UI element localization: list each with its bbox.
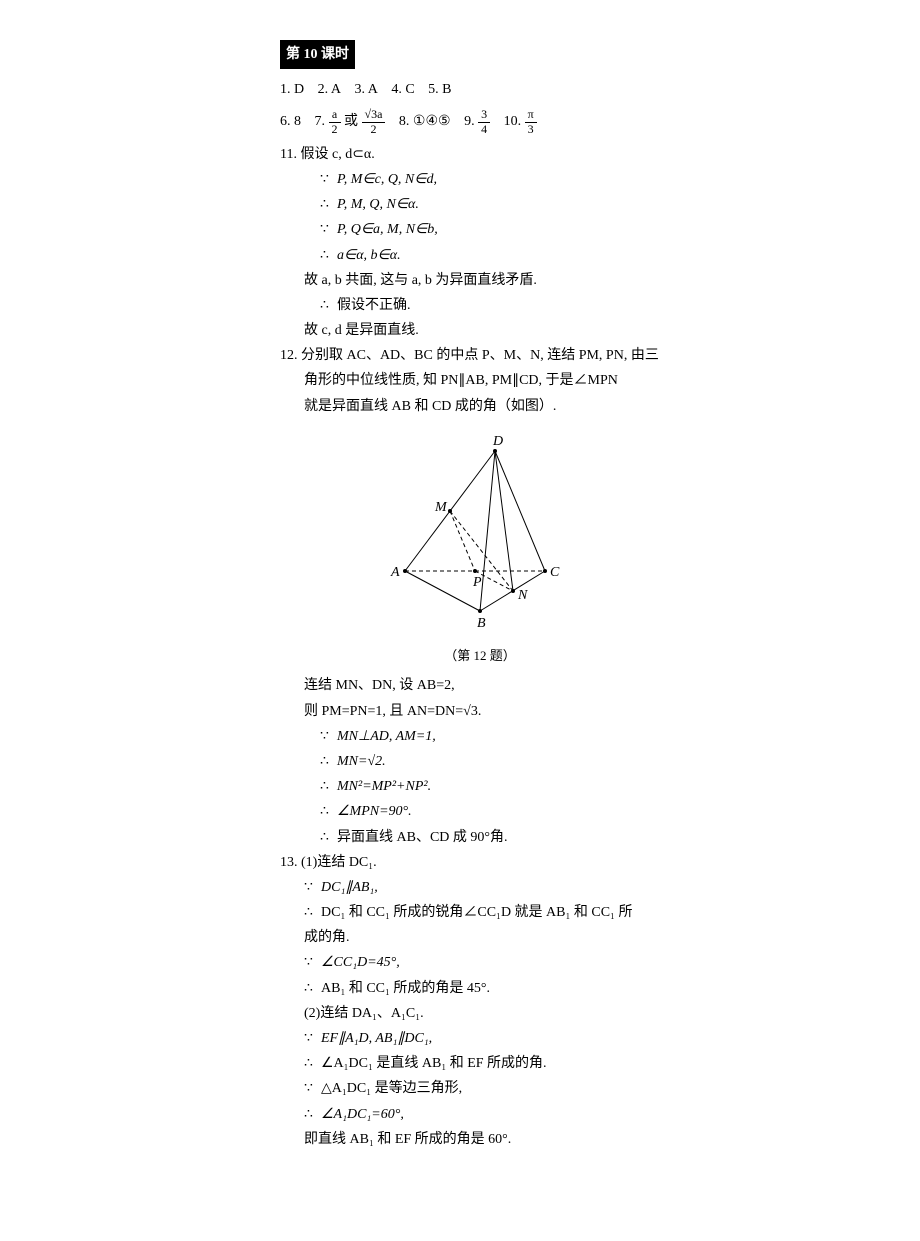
- ans-5: 5. B: [428, 77, 451, 102]
- q12-l3: 就是异面直线 AB 和 CD 成的角（如图）.: [280, 394, 680, 419]
- ans-10: 10. π3: [504, 108, 537, 135]
- q12-l2: 角形的中位线性质, 知 PN∥AB, PM∥CD, 于是∠MPN: [280, 368, 680, 393]
- ans-4: 4. C: [391, 77, 414, 102]
- content-block: 第 10 课时 1. D 2. A 3. A 4. C 5. B 6. 8 7.…: [280, 40, 680, 1152]
- q12-l4: 连结 MN、DN, 设 AB=2,: [280, 673, 680, 698]
- q13-l6: (2)连结 DA₁、A₁C₁.: [280, 1001, 680, 1026]
- tetrahedron-diagram: D M A P N B C: [280, 431, 680, 640]
- q11-l7: 故 c, d 是异面直线.: [280, 318, 680, 343]
- q11-l6: ∴ 假设不正确.: [280, 293, 680, 318]
- q12-l6: ∵ MN⊥AD, AM=1,: [280, 724, 680, 749]
- q11-block: 11. 假设 c, d⊂α. ∵ P, M∈c, Q, N∈d, ∴ P, M,…: [280, 142, 680, 344]
- lesson-header: 第 10 课时: [280, 40, 355, 69]
- q11-l4: ∴ a∈α, b∈α.: [280, 243, 680, 268]
- q12-l7: ∴ MN=√2.: [280, 749, 680, 774]
- frac-9: 34: [478, 108, 490, 135]
- q13-block: 13. (1)连结 DC₁. ∵ DC₁∥AB₁, ∴ DC₁ 和 CC₁ 所成…: [280, 850, 680, 1152]
- frac-7b: √3a2: [362, 108, 386, 135]
- ans-7-or: 或: [344, 114, 358, 129]
- ans-10-pre: 10.: [504, 114, 525, 129]
- ans-7-pre: 7.: [315, 114, 329, 129]
- q13-l2: ∵ DC₁∥AB₁,: [280, 875, 680, 900]
- frac-7a: a2: [329, 108, 341, 135]
- q11-l5: 故 a, b 共面, 这与 a, b 为异面直线矛盾.: [280, 268, 680, 293]
- q13-l10: ∴ ∠A₁DC₁=60°,: [280, 1102, 680, 1127]
- q11-head: 11. 假设 c, d⊂α.: [280, 142, 680, 167]
- q12-l8: ∴ MN²=MP²+NP².: [280, 774, 680, 799]
- ans-7: 7. a2 或 √3a2: [315, 108, 386, 135]
- ans-1: 1. D: [280, 77, 304, 102]
- diagram-caption: （第 12 题）: [280, 644, 680, 667]
- ans-9: 9. 34: [464, 108, 490, 135]
- q12-l1: 12. 分别取 AC、AD、BC 的中点 P、M、N, 连结 PM, PN, 由…: [280, 343, 680, 368]
- q13-l3c: 成的角.: [280, 925, 680, 950]
- label-N: N: [517, 588, 528, 603]
- q13-l1: 13. (1)连结 DC₁.: [280, 850, 680, 875]
- ans-2: 2. A: [318, 77, 341, 102]
- q11-l2: ∴ P, M, Q, N∈α.: [280, 192, 680, 217]
- ans-3: 3. A: [354, 77, 377, 102]
- ans-6: 6. 8: [280, 109, 301, 134]
- q13-l11: 即直线 AB₁ 和 EF 所成的角是 60°.: [280, 1127, 680, 1152]
- label-C: C: [550, 565, 560, 580]
- q13-l8: ∴ ∠A₁DC₁ 是直线 AB₁ 和 EF 所成的角.: [280, 1051, 680, 1076]
- label-A: A: [390, 565, 400, 580]
- q13-l5: ∴ AB₁ 和 CC₁ 所成的角是 45°.: [280, 976, 680, 1001]
- q11-l1: ∵ P, M∈c, Q, N∈d,: [280, 167, 680, 192]
- ans-9-pre: 9.: [464, 114, 478, 129]
- q12-l9: ∴ ∠MPN=90°.: [280, 799, 680, 824]
- q13-l3: ∴ DC₁ 和 CC₁ 所成的锐角∠CC₁D 就是 AB₁ 和 CC₁ 所: [280, 900, 680, 925]
- label-P: P: [472, 575, 482, 590]
- frac-10: π3: [525, 108, 537, 135]
- q13-l9: ∵ △A₁DC₁ 是等边三角形,: [280, 1076, 680, 1101]
- q13-l4: ∵ ∠CC₁D=45°,: [280, 950, 680, 975]
- label-D: D: [492, 434, 503, 449]
- q12-block: 12. 分别取 AC、AD、BC 的中点 P、M、N, 连结 PM, PN, 由…: [280, 343, 680, 849]
- q12-l5: 则 PM=PN=1, 且 AN=DN=√3.: [280, 699, 680, 724]
- q12-l10: ∴ 异面直线 AB、CD 成 90°角.: [280, 825, 680, 850]
- q11-l3: ∵ P, Q∈a, M, N∈b,: [280, 217, 680, 242]
- tetrahedron-svg: D M A P N B C: [365, 431, 595, 631]
- q13-l7: ∵ EF∥A₁D, AB₁∥DC₁,: [280, 1026, 680, 1051]
- answers-row-2: 6. 8 7. a2 或 √3a2 8. ①④⑤ 9. 34 10. π3: [280, 108, 680, 135]
- answers-row-1: 1. D 2. A 3. A 4. C 5. B: [280, 77, 680, 102]
- ans-8: 8. ①④⑤: [399, 109, 451, 134]
- label-M: M: [434, 500, 448, 515]
- label-B: B: [477, 616, 486, 631]
